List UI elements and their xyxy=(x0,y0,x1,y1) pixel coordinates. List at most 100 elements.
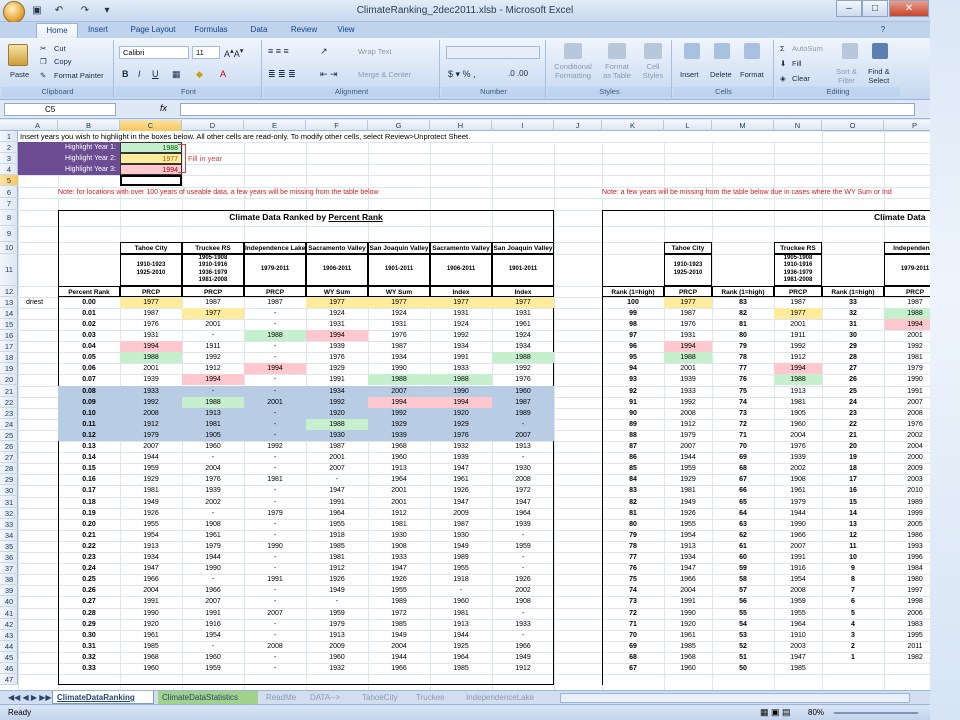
data-cell[interactable]: 1930 xyxy=(492,463,554,474)
percent-rank-cell[interactable]: 0.07 xyxy=(58,374,120,385)
data-cell[interactable]: - xyxy=(492,608,554,619)
view-buttons-icon[interactable]: ▦ ▣ ▤ xyxy=(760,707,791,718)
data-cell[interactable]: 1977 xyxy=(368,296,430,308)
right-column-subheader[interactable]: Rank (1=high) xyxy=(602,285,664,297)
data-cell[interactable]: 79 xyxy=(602,530,664,541)
data-cell[interactable]: 1916 xyxy=(774,563,822,574)
data-cell[interactable]: 1939 xyxy=(182,485,244,496)
data-cell[interactable]: 2007 xyxy=(244,608,306,619)
data-cell[interactable]: 1960 xyxy=(492,385,554,397)
data-cell[interactable]: 91 xyxy=(602,397,664,408)
sheet-nav-icon[interactable]: ◀◀ ◀ ▶ ▶▶ xyxy=(4,691,56,704)
data-cell[interactable]: 9 xyxy=(822,563,884,574)
data-cell[interactable]: 1988 xyxy=(884,307,930,319)
data-cell[interactable]: 1992 xyxy=(120,396,182,408)
percent-rank-cell[interactable]: 0.00 xyxy=(58,297,120,308)
data-cell[interactable]: 1981 xyxy=(244,474,306,485)
column-header-h[interactable]: H xyxy=(430,120,492,131)
data-cell[interactable]: 1960 xyxy=(182,652,244,663)
font-name-box[interactable]: Calibri xyxy=(119,46,189,59)
data-cell[interactable]: 1939 xyxy=(492,519,554,530)
orientation-icon[interactable]: ↗ xyxy=(320,46,328,57)
data-cell[interactable]: 56 xyxy=(712,596,774,607)
data-cell[interactable]: 1976 xyxy=(664,319,712,330)
data-cell[interactable]: 99 xyxy=(602,308,664,319)
data-cell[interactable]: 1988 xyxy=(182,396,244,408)
data-cell[interactable]: 1992 xyxy=(884,341,930,352)
data-cell[interactable]: 2002 xyxy=(182,497,244,508)
data-cell[interactable]: 1992 xyxy=(182,352,244,363)
data-cell[interactable]: 1908 xyxy=(368,541,430,552)
sheet-tab[interactable]: TahoeCity xyxy=(358,691,408,704)
data-cell[interactable]: - xyxy=(244,530,306,541)
font-color-icon[interactable]: A xyxy=(220,69,226,79)
data-cell[interactable]: 1947 xyxy=(492,497,554,508)
data-cell[interactable]: 1932 xyxy=(306,663,368,674)
sheet-tab[interactable]: DATA--> xyxy=(306,691,354,704)
data-cell[interactable]: 33 xyxy=(822,297,884,308)
data-cell[interactable]: 1994 xyxy=(244,363,306,375)
data-cell[interactable]: 1926 xyxy=(306,574,368,585)
insert-cells-button[interactable]: Insert xyxy=(680,70,699,79)
data-cell[interactable]: 2008 xyxy=(492,474,554,485)
data-cell[interactable]: 1913 xyxy=(306,630,368,641)
data-cell[interactable]: 88 xyxy=(602,430,664,441)
data-cell[interactable]: 1960 xyxy=(120,663,182,674)
data-cell[interactable]: 1981 xyxy=(430,608,492,619)
delete-cells-button[interactable]: Delete xyxy=(710,70,732,79)
percent-rank-cell[interactable]: 0.10 xyxy=(58,407,120,419)
data-cell[interactable]: - xyxy=(244,374,306,385)
copy-icon[interactable]: ❐ xyxy=(40,57,47,66)
data-cell[interactable]: 70 xyxy=(712,441,774,452)
data-cell[interactable]: - xyxy=(430,585,492,596)
data-cell[interactable]: 1961 xyxy=(492,319,554,330)
percent-rank-cell[interactable]: 0.28 xyxy=(58,608,120,619)
data-cell[interactable]: 1934 xyxy=(430,341,492,352)
data-cell[interactable]: 55 xyxy=(712,608,774,619)
data-cell[interactable]: 1964 xyxy=(306,508,368,519)
data-cell[interactable]: - xyxy=(244,563,306,574)
data-cell[interactable]: 1908 xyxy=(492,596,554,607)
data-cell[interactable]: 1966 xyxy=(368,663,430,674)
data-cell[interactable]: 67 xyxy=(712,474,774,485)
percent-rank-cell[interactable]: 0.24 xyxy=(58,563,120,574)
data-cell[interactable]: - xyxy=(244,319,306,330)
data-cell[interactable]: 2010 xyxy=(884,485,930,496)
data-cell[interactable]: 1966 xyxy=(182,585,244,596)
conditional-formatting-icon[interactable] xyxy=(564,43,582,59)
data-cell[interactable]: 1994 xyxy=(430,396,492,408)
data-cell[interactable]: 1944 xyxy=(774,508,822,519)
sheet-tab[interactable]: ClimateDataRanking xyxy=(52,691,154,704)
data-cell[interactable]: - xyxy=(492,530,554,541)
delete-cells-icon[interactable] xyxy=(714,43,730,59)
data-cell[interactable]: 1985 xyxy=(120,641,182,652)
formula-input[interactable] xyxy=(180,103,915,116)
right-station-header[interactable]: Tahoe City xyxy=(664,241,712,254)
cut-button[interactable]: Cut xyxy=(54,44,66,53)
data-cell[interactable]: 92 xyxy=(602,386,664,397)
data-cell[interactable]: 2001 xyxy=(306,452,368,463)
data-cell[interactable]: 1926 xyxy=(664,508,712,519)
data-cell[interactable]: 23 xyxy=(822,408,884,419)
data-cell[interactable]: 2003 xyxy=(774,641,822,652)
data-cell[interactable]: 78 xyxy=(712,352,774,363)
data-cell[interactable]: 1949 xyxy=(306,585,368,596)
number-format-box[interactable] xyxy=(446,46,540,59)
data-cell[interactable]: 1981 xyxy=(182,418,244,430)
data-cell[interactable]: 1926 xyxy=(492,574,554,585)
data-cell[interactable]: - xyxy=(182,574,244,585)
station-period[interactable]: 1901-2011 xyxy=(368,253,430,286)
data-cell[interactable]: 1979 xyxy=(120,429,182,441)
data-cell[interactable]: 1985 xyxy=(774,663,822,674)
data-cell[interactable]: 6 xyxy=(822,596,884,607)
right-station-header[interactable]: Independence xyxy=(884,241,930,254)
data-cell[interactable]: 1959 xyxy=(182,663,244,674)
data-cell[interactable]: 1933 xyxy=(664,386,712,397)
data-cell[interactable]: 21 xyxy=(822,430,884,441)
data-cell[interactable]: 1964 xyxy=(430,652,492,663)
data-cell[interactable]: 1959 xyxy=(774,596,822,607)
data-cell[interactable]: 1955 xyxy=(306,519,368,530)
data-cell[interactable]: 1939 xyxy=(368,429,430,441)
data-cell[interactable]: 1929 xyxy=(120,474,182,485)
data-cell[interactable]: 1931 xyxy=(664,330,712,341)
